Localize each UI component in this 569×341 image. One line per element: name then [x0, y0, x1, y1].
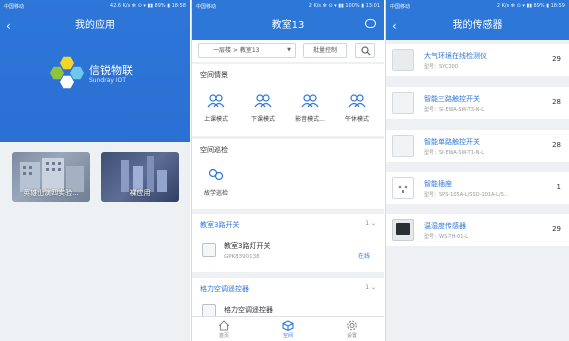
sensor-name: 温湿度传感器 — [424, 222, 466, 230]
scene-label: 影音模式... — [295, 116, 325, 123]
carrier-label: 中国移动 — [390, 3, 411, 10]
device-id: GPK8390138 — [224, 254, 260, 260]
chevron-down-icon: ⌄ — [370, 220, 376, 227]
app-tile-label: 裸应用 — [129, 189, 151, 197]
people-icon — [254, 94, 272, 108]
my-sensors-screen: 中国移动 2 K/s ✻ ⊙ ▾ ▮▮ 89% ▮ 18:59 ‹ 我的传感器 … — [385, 0, 569, 341]
sensor-name: 智能单路触控开关 — [424, 138, 480, 146]
search-button[interactable] — [355, 43, 375, 58]
sensor-model: 型号：SI-EWA-SW-T1-N-L — [424, 150, 485, 156]
status-bar: 中国移动 42.6 K/s ✻ ⊙ ▾ ▮▮ 89% ▮ 18:58 — [0, 0, 190, 12]
device-group-count[interactable]: 1 ⌄ — [365, 284, 376, 291]
air-monitor-icon — [392, 49, 414, 71]
patrol-section-title: 空间巡检 — [200, 146, 228, 154]
socket-icon — [392, 177, 414, 199]
device-group-title: 教室3路开关 — [200, 221, 240, 229]
status-bar: 中国移动 2 K/s ✻ ⊙ ▾ ▮▮ 89% ▮ 18:59 — [386, 0, 569, 12]
sensor-model: 型号：SPS-105A-L/SSO-101A-L/S... — [424, 192, 509, 198]
sensor-name: 智能三路触控开关 — [424, 95, 480, 103]
search-icon — [361, 46, 371, 56]
chevron-down-icon: ▼ — [287, 47, 291, 53]
carrier-label: 中国移动 — [196, 3, 217, 10]
status-indicators: 42.6 K/s ✻ ⊙ ▾ ▮▮ 89% ▮ 18:58 — [109, 3, 186, 9]
my-apps-screen: 中国移动 42.6 K/s ✻ ⊙ ▾ ▮▮ 89% ▮ 18:58 ‹ 我的应… — [0, 0, 190, 341]
location-select-value: 一层楼 > 教室13 — [213, 47, 260, 54]
sensor-model: 型号：SYC300 — [424, 64, 458, 70]
patrol-label: 故学巡检 — [203, 190, 228, 197]
device-name[interactable]: 格力空调遥控器 — [224, 305, 273, 315]
sensor-list-item[interactable]: 大气环境在线检测仪 型号：SYC300 29 — [386, 44, 569, 76]
page-title: 教室13 — [271, 20, 305, 31]
thermometer-icon — [392, 219, 414, 241]
brand-subtitle: Sundray IOT — [89, 77, 126, 84]
batch-control-button[interactable]: 批量控制 — [303, 43, 347, 58]
sensor-list-item[interactable]: 智能插座 型号：SPS-105A-L/SSO-101A-L/S... 1 — [386, 172, 569, 204]
device-group-count[interactable]: 1 ⌄ — [365, 220, 376, 227]
cube-icon — [282, 320, 294, 331]
people-icon — [207, 94, 225, 108]
sensor-list-item[interactable]: 温湿度传感器 型号：WS-TH-01-L 29 — [386, 214, 569, 246]
status-bar: 中国移动 2 K/s ✻ ⊙ ▾ ▮▮ 100% ▮ 13:01 — [192, 0, 384, 12]
home-icon — [218, 320, 230, 331]
scene-item[interactable]: 上课模式 — [196, 94, 236, 123]
tab-home[interactable]: 首页 — [192, 317, 256, 341]
scene-section-title: 空间情景 — [200, 71, 228, 79]
app-tile-label: 英雄山演四实验... — [23, 189, 79, 197]
brand-logo-icon — [50, 56, 84, 89]
patrol-icon — [208, 168, 224, 181]
location-select[interactable]: 一层楼 > 教室13 ▼ — [198, 43, 296, 58]
sensor-count: 29 — [552, 55, 561, 63]
gear-icon — [347, 320, 357, 331]
sensor-count: 28 — [552, 98, 561, 106]
patrol-item[interactable]: 故学巡检 — [196, 168, 236, 197]
tab-label: 首页 — [218, 333, 229, 339]
device-group-title: 格力空调遥控器 — [200, 285, 249, 293]
scene-label: 下课模式 — [250, 116, 275, 123]
scene-item[interactable]: 午休模式 — [337, 94, 377, 123]
filter-bar: 一层楼 > 教室13 ▼ 批量控制 — [192, 40, 384, 62]
tab-label: 设置 — [346, 333, 357, 339]
scene-item[interactable]: 下课模式 — [243, 94, 283, 123]
tab-settings[interactable]: 设置 — [320, 317, 384, 341]
sensor-count: 28 — [552, 141, 561, 149]
switch-icon — [392, 135, 414, 157]
scene-item[interactable]: 影音模式... — [290, 94, 330, 123]
scene-label: 上课模式 — [203, 116, 228, 123]
status-indicators: 2 K/s ✻ ⊙ ▾ ▮▮ 89% ▮ 18:59 — [496, 3, 565, 9]
carrier-label: 中国移动 — [4, 3, 25, 10]
bottom-tab-bar: 首页 空间 设置 — [192, 316, 384, 341]
sensor-name: 智能插座 — [424, 180, 452, 188]
switch-icon — [392, 92, 414, 114]
people-icon — [301, 94, 319, 108]
sensor-count: 29 — [552, 225, 561, 233]
page-title: 我的传感器 — [452, 20, 503, 31]
device-name[interactable]: 教室3路灯开关 — [224, 241, 270, 251]
group-count-value: 1 — [365, 284, 370, 291]
sensor-count: 1 — [556, 183, 561, 191]
classroom-screen: 中国移动 2 K/s ✻ ⊙ ▾ ▮▮ 100% ▮ 13:01 教室13 一层… — [191, 0, 384, 341]
app-tile[interactable]: 裸应用 — [101, 152, 179, 202]
tab-space[interactable]: 空间 — [256, 317, 320, 341]
people-icon — [348, 94, 366, 108]
sensor-model: 型号：WS-TH-01-L — [424, 234, 469, 240]
switch-icon — [202, 243, 216, 257]
tab-label: 空间 — [282, 333, 293, 339]
sensor-model: 型号：SI-EWA-SW-T3-N-L — [424, 107, 485, 113]
message-icon[interactable] — [365, 19, 376, 28]
group-count-value: 1 — [365, 220, 370, 227]
device-status: 在线 — [357, 253, 370, 260]
sensor-list-item[interactable]: 智能单路触控开关 型号：SI-EWA-SW-T1-N-L 28 — [386, 130, 569, 162]
scene-label: 午休模式 — [344, 116, 369, 123]
sensor-name: 大气环境在线检测仪 — [424, 52, 487, 60]
app-tile[interactable]: 英雄山演四实验... — [12, 152, 90, 202]
brand-name: 信锐物联 — [89, 64, 133, 77]
status-indicators: 2 K/s ✻ ⊙ ▾ ▮▮ 100% ▮ 13:01 — [308, 3, 380, 9]
sensor-list-item[interactable]: 智能三路触控开关 型号：SI-EWA-SW-T3-N-L 28 — [386, 87, 569, 119]
page-title: 我的应用 — [75, 20, 115, 31]
chevron-down-icon: ⌄ — [370, 284, 376, 291]
